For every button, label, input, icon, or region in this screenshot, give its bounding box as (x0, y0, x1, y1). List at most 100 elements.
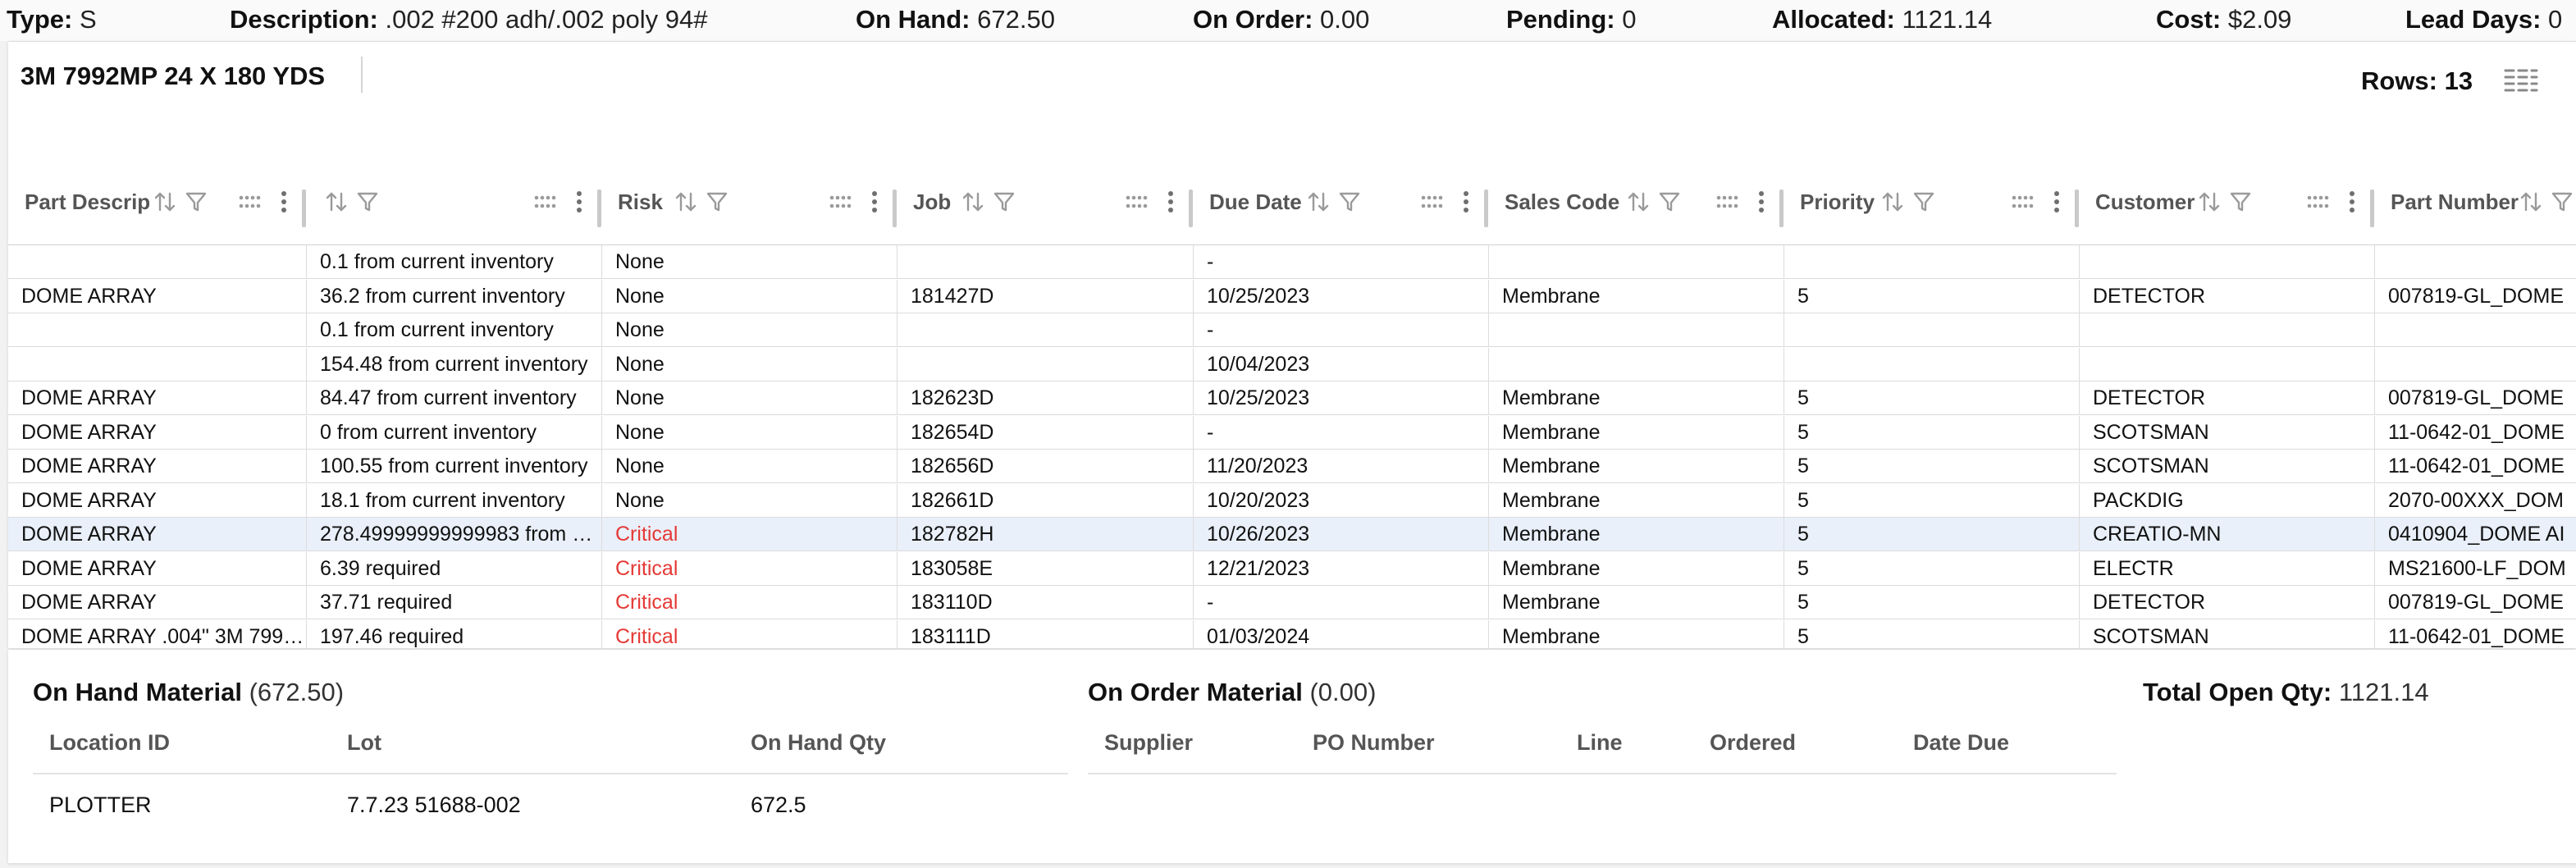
cell-customer: PACKDIG (2079, 483, 2374, 518)
grid-header-row: Part Descrip Risk Job Due Date Sales Code Pri… (8, 157, 2576, 245)
drag-handle-icon[interactable] (1713, 188, 1741, 216)
on-hand-header-qty[interactable]: On Hand Qty (751, 730, 886, 756)
cell-sales-code: Membrane (1488, 415, 1784, 450)
column-header-job[interactable]: Job (897, 157, 1193, 245)
cell-part-description: DOME ARRAY (21, 488, 157, 512)
title-divider (361, 57, 363, 93)
cell-priority: 5 (1784, 450, 2079, 483)
cell-allocation: 0 from current inventory (306, 415, 601, 450)
cell-due-date: 12/21/2023 (1193, 551, 1488, 586)
cell-priority: 5 (1784, 381, 2079, 415)
cell-allocation: 278.49999999999983 from current inventor… (306, 518, 601, 551)
sort-icon[interactable] (672, 188, 700, 216)
drag-handle-icon[interactable] (531, 188, 559, 216)
table-row[interactable]: DOME ARRAY 84.47 from current inventory No… (8, 381, 2576, 415)
cell-allocation: 18.1 from current inventory (306, 483, 601, 518)
cell-due-date: - (1193, 245, 1488, 279)
column-header-customer[interactable]: Customer (2079, 157, 2374, 245)
column-menu-icon[interactable] (1747, 188, 1775, 216)
column-header-risk[interactable]: Risk (601, 157, 897, 245)
drag-handle-icon[interactable] (826, 188, 854, 216)
on-order-header-line[interactable]: Line (1577, 730, 1623, 756)
on-hand-cell-location: PLOTTER (49, 793, 152, 817)
cell-part-number: 11-0642-01_DOME (2374, 415, 2576, 450)
filter-icon[interactable] (182, 188, 210, 216)
cell-customer (2079, 347, 2374, 381)
filter-icon[interactable] (1656, 188, 1683, 216)
columns-icon[interactable] (2502, 66, 2540, 96)
cell-allocation: 37.71 required (306, 586, 601, 619)
on-hand-header-lot[interactable]: Lot (347, 730, 381, 756)
pending-field: Pending: 0 (1506, 5, 1637, 34)
column-header-allocation[interactable] (306, 157, 601, 245)
table-row[interactable]: DOME ARRAY 6.39 required Critical 183058E 12… (8, 551, 2576, 586)
cell-job (897, 245, 1193, 279)
drag-handle-icon[interactable] (1418, 188, 1446, 216)
type-field: Type: S (7, 5, 97, 34)
table-row[interactable]: DOME ARRAY 37.71 required Critical 183110D -… (8, 586, 2576, 619)
row-count: Rows: 13 (2361, 66, 2473, 95)
cell-risk: None (601, 415, 897, 450)
table-row[interactable]: DOME ARRAY 0 from current inventory None 18… (8, 415, 2576, 450)
sort-icon[interactable] (959, 188, 987, 216)
table-row[interactable]: DOME ARRAY 100.55 from current inventory N… (8, 450, 2576, 483)
cell-part-description (8, 245, 306, 279)
table-row[interactable]: 0.1 from current inventory None - (8, 245, 2576, 279)
sort-icon[interactable] (1879, 188, 1907, 216)
column-menu-icon[interactable] (861, 188, 888, 216)
sort-icon[interactable] (1624, 188, 1652, 216)
on-order-header-supplier[interactable]: Supplier (1104, 730, 1193, 756)
cell-job (897, 313, 1193, 347)
table-row[interactable]: DOME ARRAY .004" 3M 7992MP 197.46 require… (8, 619, 2576, 648)
sort-icon[interactable] (2195, 188, 2223, 216)
filter-icon[interactable] (2227, 188, 2254, 216)
column-header-priority[interactable]: Priority (1784, 157, 2079, 245)
drag-handle-icon[interactable] (2304, 188, 2332, 216)
filter-icon[interactable] (1336, 188, 1363, 216)
table-row[interactable]: DOME ARRAY 278.49999999999983 from curren… (8, 518, 2576, 551)
drag-handle-icon[interactable] (235, 188, 263, 216)
column-header-due-date[interactable]: Due Date (1193, 157, 1488, 245)
column-header-label: Customer (2095, 190, 2195, 214)
drag-handle-icon[interactable] (1122, 188, 1150, 216)
cell-part-description: DOME ARRAY (21, 386, 157, 409)
filter-icon[interactable] (2548, 188, 2576, 216)
filter-icon[interactable] (703, 188, 731, 216)
cell-job: 182782H (897, 518, 1193, 551)
filter-icon[interactable] (354, 188, 381, 216)
cell-part-description: DOME ARRAY (21, 591, 157, 614)
cell-due-date: 10/25/2023 (1193, 279, 1488, 313)
table-row[interactable]: DOME ARRAY 18.1 from current inventory Non… (8, 483, 2576, 518)
sort-icon[interactable] (151, 188, 179, 216)
on-hand-header-location[interactable]: Location ID (49, 730, 170, 756)
table-row[interactable]: 154.48 from current inventory None 10/04/2… (8, 347, 2576, 381)
column-menu-icon[interactable] (565, 188, 593, 216)
cell-allocation: 100.55 from current inventory (306, 450, 601, 483)
column-menu-icon[interactable] (2043, 188, 2071, 216)
on-order-header-date-due[interactable]: Date Due (1913, 730, 2009, 756)
table-row[interactable]: DOME ARRAY 36.2 from current inventory Non… (8, 279, 2576, 313)
on-order-header-ordered[interactable]: Ordered (1710, 730, 1796, 756)
column-header-part-description[interactable]: Part Descrip (8, 157, 306, 245)
sort-icon[interactable] (2517, 188, 2545, 216)
table-row[interactable]: 0.1 from current inventory None - (8, 313, 2576, 347)
cell-part-description: DOME ARRAY (21, 420, 157, 444)
cell-sales-code: Membrane (1488, 483, 1784, 518)
on-hand-header-divider (33, 773, 1068, 774)
column-menu-icon[interactable] (2338, 188, 2366, 216)
cell-risk: None (601, 381, 897, 415)
cell-risk: None (601, 245, 897, 279)
column-menu-icon[interactable] (1157, 188, 1185, 216)
column-header-part-number[interactable]: Part Number (2374, 157, 2576, 245)
column-menu-icon[interactable] (270, 188, 298, 216)
on-order-header-po-number[interactable]: PO Number (1313, 730, 1435, 756)
cell-part-number: MS21600-LF_DOM (2374, 551, 2576, 586)
column-header-sales-code[interactable]: Sales Code (1488, 157, 1784, 245)
sort-icon[interactable] (1304, 188, 1332, 216)
filter-icon[interactable] (990, 188, 1018, 216)
column-menu-icon[interactable] (1452, 188, 1480, 216)
filter-icon[interactable] (1910, 188, 1938, 216)
sort-icon[interactable] (322, 188, 350, 216)
cell-risk: None (601, 279, 897, 313)
drag-handle-icon[interactable] (2008, 188, 2036, 216)
